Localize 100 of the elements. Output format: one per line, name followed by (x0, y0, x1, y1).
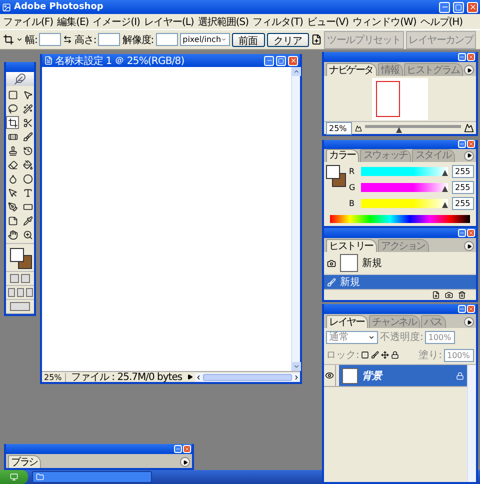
menu-item[interactable]: ヘルプ(H) (419, 14, 464, 28)
palette-menu-button[interactable] (464, 150, 474, 161)
caret-icon (221, 36, 227, 43)
layer-row[interactable]: 背景 (339, 365, 467, 386)
opacity-field[interactable]: 100% (425, 330, 456, 344)
close-button[interactable] (467, 2, 478, 12)
palette-tab[interactable]: レイヤー (326, 315, 368, 328)
close-icon (468, 3, 476, 11)
color-slider[interactable] (361, 166, 448, 176)
color-swatch-drawing[interactable] (326, 164, 346, 187)
play-icon (466, 153, 472, 158)
minimize-button[interactable] (174, 445, 182, 453)
menu-item[interactable]: ウィンドウ(W) (352, 14, 418, 28)
scroll-thumb[interactable] (203, 374, 292, 380)
tool-button[interactable] (6, 88, 19, 101)
palette-tab[interactable]: ブラシ (8, 455, 42, 468)
close-button[interactable] (467, 53, 475, 61)
circle-icon (22, 174, 32, 184)
quick-mask-button[interactable] (21, 274, 30, 283)
tool-button[interactable] (21, 116, 34, 129)
close-button[interactable] (467, 229, 475, 237)
front-button[interactable]: 前面 (232, 32, 265, 46)
tool-button[interactable] (21, 158, 34, 171)
tool-button[interactable] (21, 228, 34, 241)
menu-item[interactable]: フィルタ(T) (251, 14, 304, 28)
tool-button[interactable] (6, 186, 19, 199)
palette-menu-button[interactable] (464, 65, 474, 75)
text-tool-icon (22, 188, 32, 198)
close-button[interactable] (288, 56, 298, 66)
tool-button[interactable] (6, 200, 19, 213)
zoom-field[interactable]: 25% (326, 122, 352, 134)
pen-icon (8, 202, 18, 212)
channel-value-field[interactable]: 255 (452, 180, 474, 194)
stamp-icon (8, 146, 18, 156)
menu-item[interactable]: レイヤー(L) (142, 14, 195, 28)
channel-value-field[interactable]: 255 (452, 196, 474, 210)
fill-field[interactable]: 100% (444, 348, 474, 362)
minimize-button[interactable] (458, 305, 466, 313)
color-slider[interactable] (361, 198, 448, 208)
minimize-button[interactable] (439, 2, 450, 12)
standard-mode-button[interactable] (10, 274, 19, 283)
tool-button[interactable] (6, 158, 19, 171)
tool-button[interactable] (6, 102, 19, 115)
color-spectrum[interactable] (330, 214, 470, 223)
maximize-button[interactable] (453, 2, 464, 12)
width-field[interactable] (39, 33, 62, 46)
scroll-up-button[interactable] (292, 67, 300, 76)
menu-item[interactable]: イメージ(I) (92, 14, 141, 28)
maximize-button[interactable] (276, 56, 286, 66)
jump-button[interactable] (10, 302, 30, 311)
minimize-button[interactable] (458, 229, 466, 237)
minimize-button[interactable] (458, 140, 466, 148)
monitor-icon (10, 473, 18, 481)
palette-tab[interactable]: カラー (326, 148, 360, 162)
close-button[interactable] (183, 445, 191, 453)
tool-button[interactable] (6, 228, 19, 241)
scroll-down-button[interactable] (292, 362, 300, 371)
play-icon (466, 68, 472, 72)
zoom-field[interactable]: 25% (42, 372, 66, 382)
palette-menu-button[interactable] (180, 457, 190, 467)
palette-tab[interactable]: ナビゲータ (326, 63, 378, 76)
menu-item[interactable]: 編集(E) (56, 14, 90, 28)
clear-button[interactable]: クリア (266, 32, 310, 46)
palette-menu-button[interactable] (464, 317, 474, 327)
tool-button[interactable] (21, 172, 34, 185)
menu-item[interactable]: ファイル(F) (2, 14, 54, 28)
crop-icon (8, 118, 18, 128)
snapshot-thumbnail (340, 254, 358, 272)
tool-button[interactable] (21, 214, 34, 227)
pointer-icon (8, 188, 18, 198)
slider-thumb[interactable] (396, 126, 402, 132)
palette-tab[interactable]: ヒストリー (326, 239, 378, 252)
menu-item[interactable]: 選択範囲(S) (196, 14, 250, 28)
palette-menu-button[interactable] (464, 241, 474, 251)
menu-item[interactable]: ビュー(V) (306, 14, 350, 28)
tool-button[interactable] (6, 116, 19, 129)
minimize-button[interactable] (264, 56, 274, 66)
height-label: 高さ: (74, 34, 96, 46)
channel-label: B (349, 198, 356, 208)
tool-button[interactable] (21, 144, 34, 157)
tool-button[interactable] (21, 130, 34, 143)
tool-button[interactable] (6, 214, 19, 227)
blend-mode-dropdown[interactable]: 通常 (326, 330, 378, 344)
resolution-field[interactable] (156, 33, 178, 46)
height-field[interactable] (98, 33, 120, 46)
droplet-icon (8, 174, 18, 184)
minimize-button[interactable] (458, 53, 466, 61)
unit-dropdown[interactable]: pixel/inch (180, 33, 230, 46)
close-button[interactable] (467, 305, 475, 313)
channel-value-field[interactable]: 255 (452, 164, 474, 178)
lock-label: ロック: (326, 349, 360, 362)
start-button[interactable] (0, 470, 28, 484)
play-icon (182, 460, 188, 464)
close-button[interactable] (467, 140, 475, 148)
tool-button[interactable] (21, 102, 34, 115)
color-slider[interactable] (361, 182, 448, 192)
visibility-toggle[interactable] (324, 365, 336, 386)
minimize-icon (459, 141, 465, 148)
history-state[interactable]: 新規 (324, 275, 476, 289)
task-button[interactable] (32, 471, 152, 483)
